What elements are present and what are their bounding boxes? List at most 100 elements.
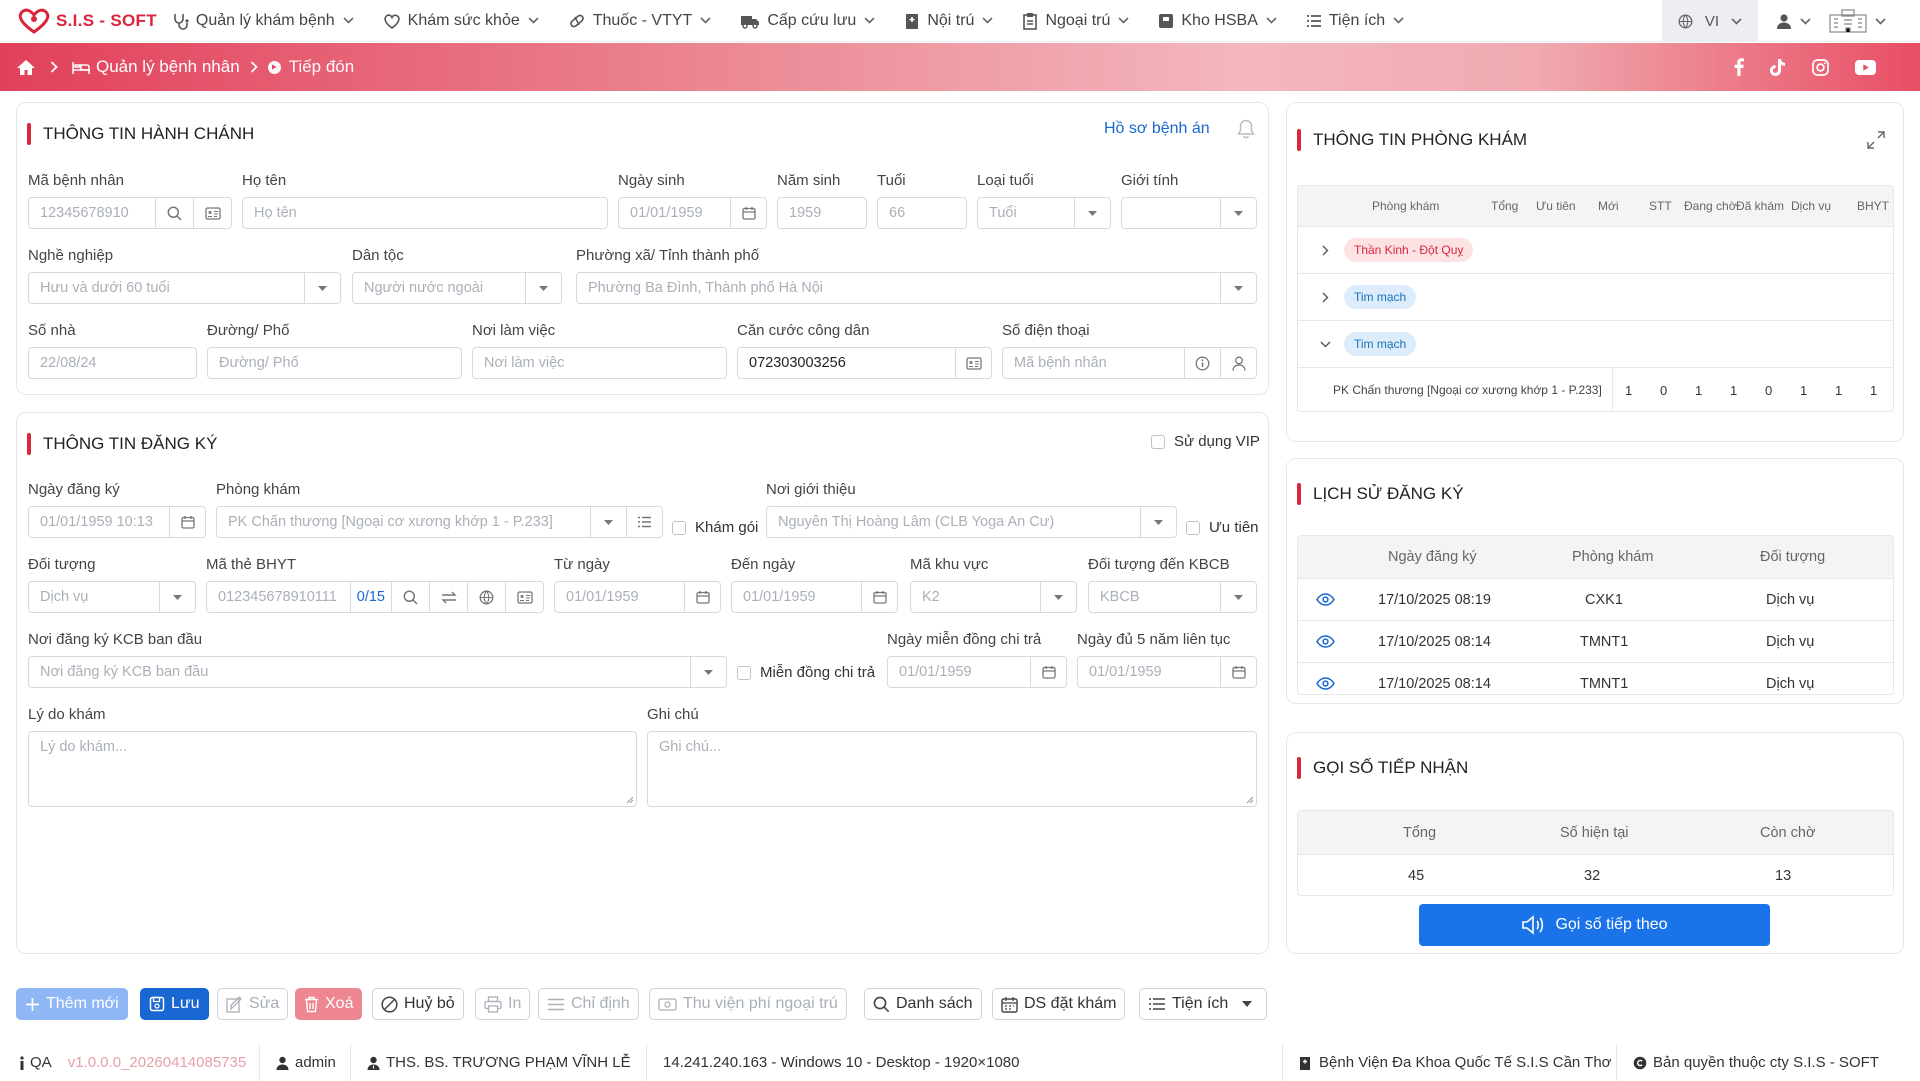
id-card-icon[interactable] [193, 198, 231, 228]
calendar-icon[interactable] [1220, 657, 1256, 687]
resize-handle-icon[interactable] [1246, 796, 1254, 804]
call-next-button[interactable]: Gọi số tiếp theo [1419, 904, 1770, 946]
search-icon[interactable] [155, 198, 193, 228]
save-button[interactable]: Lưu [140, 988, 209, 1020]
room-select[interactable]: PK Chấn thương [Ngoại cơ xương khớp 1 - … [216, 506, 663, 538]
list-icon[interactable] [626, 507, 662, 537]
cccd-field[interactable]: 072303003256 [737, 347, 992, 379]
home-icon[interactable] [16, 59, 36, 76]
calendar-icon[interactable] [169, 507, 205, 537]
hospital-menu[interactable] [1829, 0, 1920, 42]
eye-icon[interactable] [1316, 635, 1335, 648]
calendar-icon[interactable] [684, 582, 720, 612]
instagram-icon[interactable] [1812, 58, 1829, 76]
nav-kho-hsba[interactable]: Kho HSBA [1158, 12, 1283, 30]
swap-icon[interactable] [429, 582, 467, 612]
resize-handle-icon[interactable] [626, 796, 634, 804]
user-menu[interactable] [1758, 0, 1829, 42]
id-card-icon[interactable] [955, 348, 991, 378]
queue-table-header: Tổng Số hiện tại Còn chờ [1298, 811, 1893, 854]
history-row[interactable]: 17/10/2025 08:19 CXK1 Dịch vụ [1298, 578, 1893, 620]
nav-ngoai-tru[interactable]: Ngoại trú [1022, 12, 1136, 30]
dob-field[interactable]: 01/01/1959 [618, 197, 767, 229]
nav-quan-ly-kham-benh[interactable]: Quản lý khám bệnh [171, 12, 361, 30]
calendar-icon[interactable] [1030, 657, 1066, 687]
user-outline-icon[interactable] [1220, 348, 1256, 378]
history-row[interactable]: 17/10/2025 08:14 TMNT1 Dịch vụ [1298, 662, 1893, 694]
note-textarea[interactable]: Ghi chú... [647, 731, 1257, 807]
cancel-button[interactable]: Huỷ bỏ [372, 988, 464, 1020]
id-card-icon[interactable] [505, 582, 543, 612]
work-field[interactable]: Nơi làm việc [472, 347, 727, 379]
age-field[interactable]: 66 [877, 197, 967, 229]
nav-tien-ich[interactable]: Tiện ích [1306, 12, 1411, 30]
yob-field[interactable]: 1959 [777, 197, 867, 229]
print-button[interactable]: In [475, 988, 531, 1020]
edit-button[interactable]: Sửa [217, 988, 289, 1020]
chevron-right-icon[interactable] [1322, 245, 1329, 256]
street-field[interactable]: Đường/ Phố [207, 347, 462, 379]
youtube-icon[interactable] [1855, 59, 1876, 75]
info-icon[interactable] [1184, 348, 1220, 378]
eye-icon[interactable] [1316, 593, 1335, 606]
nav-cap-cuu-luu[interactable]: Cấp cứu lưu [740, 12, 882, 30]
bhyt-field[interactable]: 012345678910111 0/15 [206, 581, 544, 613]
area-select[interactable]: K2 [910, 581, 1077, 613]
to-date-field[interactable]: 01/01/1959 [731, 581, 898, 613]
list-button[interactable]: Danh sách [864, 988, 982, 1020]
clinic-group-row-expanded[interactable]: Tim mạch [1298, 320, 1893, 367]
delete-button[interactable]: Xoá [295, 988, 363, 1020]
app-logo[interactable]: S.I.S - SOFT [16, 8, 157, 34]
clinic-group-row[interactable]: Tim mạch [1298, 273, 1893, 320]
kcb-place-select[interactable]: Nơi đăng ký KCB ban đầu [28, 656, 727, 688]
globe-icon[interactable] [467, 582, 505, 612]
kbcb-object-select[interactable]: KBCB [1088, 581, 1257, 613]
bell-icon[interactable] [1237, 119, 1255, 139]
reg-date-field[interactable]: 01/01/1959 10:13 [28, 506, 206, 538]
history-row[interactable]: 17/10/2025 08:14 TMNT1 Dịch vụ [1298, 620, 1893, 662]
breadcrumb-section[interactable]: Quản lý bệnh nhân [96, 57, 240, 77]
facebook-icon[interactable] [1734, 58, 1744, 76]
job-select[interactable]: Hưu và dưới 60 tuổi [28, 272, 341, 304]
chevron-right-icon[interactable] [1322, 292, 1329, 303]
yob-value: 1959 [789, 205, 822, 221]
age-type-select[interactable]: Tuổi [977, 197, 1111, 229]
clinic-room-row[interactable]: PK Chấn thương [Ngoại cơ xương khớp 1 - … [1298, 367, 1893, 411]
username-label: admin [295, 1054, 336, 1071]
object-select[interactable]: Dịch vụ [28, 581, 196, 613]
calendar-icon[interactable] [861, 582, 897, 612]
package-checkbox[interactable]: Khám gói [672, 519, 758, 536]
tiktok-icon[interactable] [1770, 58, 1786, 76]
five-year-field[interactable]: 01/01/1959 [1077, 656, 1257, 688]
expand-icon[interactable] [1867, 131, 1885, 149]
outpatient-fee-button[interactable]: Thu viện phí ngoại trú [649, 988, 847, 1020]
utilities-button[interactable]: Tiện ích [1139, 988, 1267, 1020]
eye-icon[interactable] [1316, 677, 1335, 690]
reason-textarea[interactable]: Lý do khám... [28, 731, 637, 807]
exempt-checkbox[interactable]: Miễn đồng chi trả [737, 664, 875, 681]
language-switch[interactable]: VI [1661, 0, 1758, 42]
priority-checkbox[interactable]: Ưu tiên [1186, 519, 1259, 536]
clinic-group-row[interactable]: Thần Kinh - Đột Quỵ [1298, 226, 1893, 273]
add-button[interactable]: Thêm mới [16, 988, 128, 1020]
search-icon[interactable] [391, 582, 429, 612]
exempt-date-field[interactable]: 01/01/1959 [887, 656, 1067, 688]
full-name-field[interactable]: Họ tên [242, 197, 608, 229]
medical-record-link[interactable]: Hồ sơ bệnh án [1104, 120, 1210, 138]
phone-field[interactable]: Mã bệnh nhân [1002, 347, 1257, 379]
patient-id-field[interactable]: 12345678910 [28, 197, 232, 229]
booking-list-button[interactable]: DS đặt khám [992, 988, 1126, 1020]
assign-button[interactable]: Chỉ định [538, 988, 639, 1020]
nav-kham-suc-khoe[interactable]: Khám sức khỏe [383, 12, 546, 30]
nav-noi-tru[interactable]: Nội trú [904, 12, 1000, 30]
ethnic-select[interactable]: Người nước ngoài [352, 272, 562, 304]
calendar-icon[interactable] [730, 198, 766, 228]
ward-select[interactable]: Phường Ba Đình, Thành phố Hà Nội [576, 272, 1257, 304]
chevron-down-icon[interactable] [1320, 341, 1331, 348]
house-field[interactable]: 22/08/24 [28, 347, 197, 379]
referrer-select[interactable]: Nguyễn Thị Hoàng Lâm (CLB Yoga An Cư) [766, 506, 1177, 538]
gender-select[interactable] [1121, 197, 1257, 229]
nav-thuoc-vtyt[interactable]: Thuốc - VTYT [568, 12, 719, 30]
from-date-field[interactable]: 01/01/1959 [554, 581, 721, 613]
vip-checkbox[interactable]: Sử dụng VIP [1151, 433, 1260, 450]
